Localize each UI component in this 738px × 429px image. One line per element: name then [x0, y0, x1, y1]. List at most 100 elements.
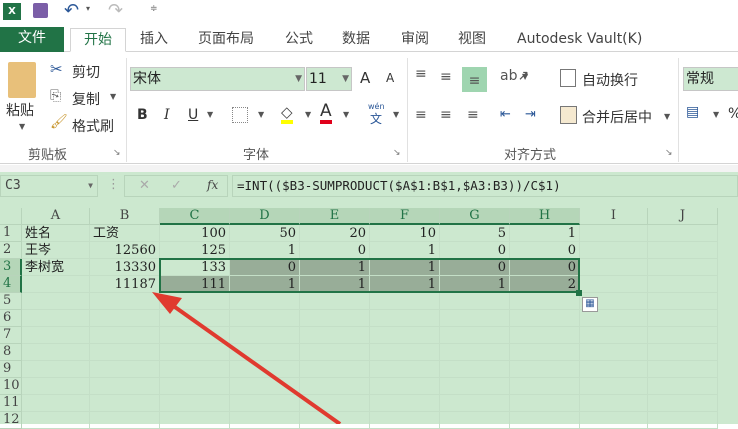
row-header-3[interactable]: 3	[0, 259, 22, 276]
cell-g5[interactable]	[440, 293, 510, 310]
orientation-dropdown-icon[interactable]: ▼	[522, 72, 528, 81]
cell-e7[interactable]	[300, 327, 370, 344]
row-header-11[interactable]: 11	[0, 395, 22, 412]
cell-j3[interactable]	[648, 259, 718, 276]
copy-dropdown-icon[interactable]: ▼	[110, 92, 116, 101]
cell-j10[interactable]	[648, 378, 718, 395]
cell-d12[interactable]	[230, 412, 300, 429]
row-header-9[interactable]: 9	[0, 361, 22, 378]
name-box[interactable]: C3 ▼	[0, 175, 98, 197]
cell-h5[interactable]	[510, 293, 580, 310]
cell-g4[interactable]: 1	[440, 276, 510, 293]
cell-b9[interactable]	[90, 361, 160, 378]
cell-d8[interactable]	[230, 344, 300, 361]
cell-g3[interactable]: 0	[440, 259, 510, 276]
cell-e8[interactable]	[300, 344, 370, 361]
cell-h6[interactable]	[510, 310, 580, 327]
cell-e12[interactable]	[300, 412, 370, 429]
italic-button[interactable]: I	[164, 107, 170, 123]
save-icon[interactable]	[33, 3, 48, 18]
cell-f1[interactable]: 10	[370, 225, 440, 242]
align-left-icon[interactable]: ≡	[415, 107, 427, 123]
cell-h12[interactable]	[510, 412, 580, 429]
cell-c1[interactable]: 100	[160, 225, 230, 242]
column-header-c[interactable]: C	[160, 208, 230, 225]
cell-d1[interactable]: 50	[230, 225, 300, 242]
cell-h4[interactable]: 2	[510, 276, 580, 293]
cell-i9[interactable]	[580, 361, 648, 378]
currency-icon[interactable]: ▤	[686, 104, 699, 120]
increase-indent-icon[interactable]: ⇥	[525, 107, 536, 122]
font-color-icon[interactable]: A	[320, 102, 332, 124]
cell-j5[interactable]	[648, 293, 718, 310]
number-format-select[interactable]: 常规	[683, 67, 738, 91]
cell-f8[interactable]	[370, 344, 440, 361]
merge-center-button[interactable]: 合并后居中	[582, 107, 652, 127]
cell-f10[interactable]	[370, 378, 440, 395]
row-header-4[interactable]: 4	[0, 276, 22, 293]
tab-autodesk-vault[interactable]: Autodesk Vault(K)	[511, 28, 648, 52]
paste-button[interactable]: 粘贴	[6, 100, 34, 120]
cell-a1[interactable]: 姓名	[22, 225, 90, 242]
align-center-icon[interactable]: ≡	[440, 107, 452, 123]
cell-d6[interactable]	[230, 310, 300, 327]
tab-data[interactable]: 数据	[336, 28, 376, 52]
cell-a9[interactable]	[22, 361, 90, 378]
tab-view[interactable]: 视图	[452, 28, 492, 52]
column-header-f[interactable]: F	[370, 208, 440, 225]
cell-g7[interactable]	[440, 327, 510, 344]
enter-icon[interactable]: ✓	[171, 178, 182, 193]
redo-icon[interactable]: ↷	[108, 0, 123, 21]
cell-b2[interactable]: 12560	[90, 242, 160, 259]
cell-f4[interactable]: 1	[370, 276, 440, 293]
cell-g11[interactable]	[440, 395, 510, 412]
cell-f3[interactable]: 1	[370, 259, 440, 276]
cut-button[interactable]: 剪切	[72, 62, 100, 82]
fill-color-icon[interactable]: ◇	[281, 104, 293, 124]
cell-a12[interactable]	[22, 412, 90, 429]
select-all-button[interactable]	[0, 208, 22, 225]
cell-e6[interactable]	[300, 310, 370, 327]
tab-file[interactable]: 文件	[0, 27, 64, 52]
bold-button[interactable]: B	[137, 107, 148, 123]
cell-g10[interactable]	[440, 378, 510, 395]
wrap-text-button[interactable]: 自动换行	[582, 70, 638, 90]
underline-dropdown-icon[interactable]: ▼	[207, 110, 213, 119]
cell-c11[interactable]	[160, 395, 230, 412]
worksheet-grid[interactable]: A B C D E F G H I J 1 2 3 4 5 6 7 8 9 10 11 12 姓名 工资 100 50 20 10 5 1…	[0, 200, 738, 429]
column-header-a[interactable]: A	[22, 208, 90, 225]
formula-input[interactable]: =INT(($B3-SUMPRODUCT($A$1:B$1,$A3:B3))/C…	[232, 175, 738, 197]
cell-d2[interactable]: 1	[230, 242, 300, 259]
cancel-icon[interactable]: ✕	[139, 178, 150, 193]
cell-h3[interactable]: 0	[510, 259, 580, 276]
row-header-5[interactable]: 5	[0, 293, 22, 310]
shrink-font-button[interactable]: A	[386, 71, 394, 85]
align-top-icon[interactable]: ≡	[415, 66, 427, 82]
align-right-icon[interactable]: ≡	[467, 107, 479, 123]
column-header-d[interactable]: D	[230, 208, 300, 225]
cell-g9[interactable]	[440, 361, 510, 378]
column-header-g[interactable]: G	[440, 208, 510, 225]
cell-e5[interactable]	[300, 293, 370, 310]
cell-g6[interactable]	[440, 310, 510, 327]
cell-c7[interactable]	[160, 327, 230, 344]
cell-i6[interactable]	[580, 310, 648, 327]
cell-c3[interactable]: 133	[160, 259, 230, 276]
cell-i12[interactable]	[580, 412, 648, 429]
cell-i1[interactable]	[580, 225, 648, 242]
font-name-select[interactable]: 宋体 ▼	[130, 67, 305, 91]
row-header-8[interactable]: 8	[0, 344, 22, 361]
percent-button[interactable]: %	[728, 106, 738, 122]
cell-j2[interactable]	[648, 242, 718, 259]
cell-j12[interactable]	[648, 412, 718, 429]
cell-b1[interactable]: 工资	[90, 225, 160, 242]
decrease-indent-icon[interactable]: ⇤	[500, 107, 511, 122]
cell-j1[interactable]	[648, 225, 718, 242]
cell-h8[interactable]	[510, 344, 580, 361]
cell-a5[interactable]	[22, 293, 90, 310]
tab-home[interactable]: 开始	[70, 28, 126, 52]
cell-e1[interactable]: 20	[300, 225, 370, 242]
cell-c9[interactable]	[160, 361, 230, 378]
cell-h2[interactable]: 0	[510, 242, 580, 259]
paste-icon[interactable]	[8, 62, 36, 98]
